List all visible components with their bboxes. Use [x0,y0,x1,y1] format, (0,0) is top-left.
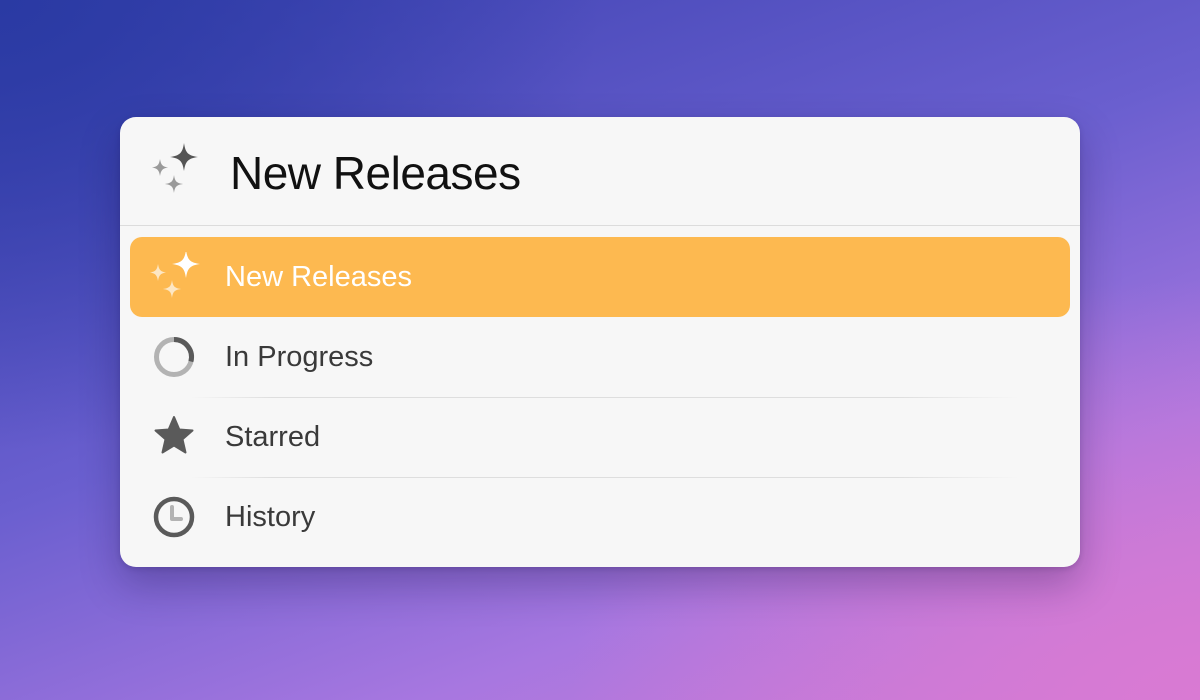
progress-ring-icon [154,337,194,377]
page-title: New Releases [230,147,521,199]
star-icon [154,416,194,454]
sparkles-icon [150,252,200,298]
clock-icon [153,496,195,538]
menu-item-label: New Releases [225,261,412,293]
panel-header: New Releases [120,117,1080,226]
menu-item-label: Starred [225,421,321,453]
menu-item-label: History [225,501,316,533]
sparkles-icon [152,143,198,193]
menu-item-starred[interactable]: Starred [130,397,1070,477]
menu-item-label: In Progress [225,341,374,373]
menu-item-in-progress[interactable]: In Progress [130,317,1070,397]
menu-panel: New Releases New Releases In Progress St… [120,117,1080,567]
menu-item-new-releases[interactable]: New Releases [130,237,1070,317]
menu-item-history[interactable]: History [130,477,1070,557]
